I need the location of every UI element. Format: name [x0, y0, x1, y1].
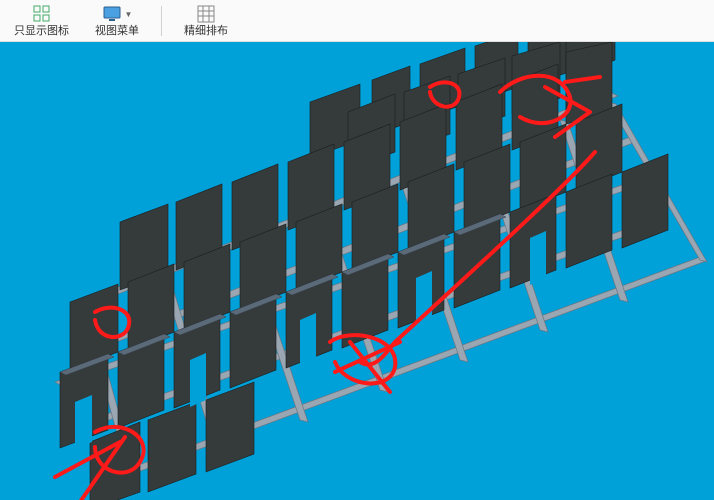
- tool-fine-layout[interactable]: 精细排布: [180, 2, 232, 39]
- viewport-3d[interactable]: .wf { fill:#353a3a; stroke:#1a1d1d; stro…: [0, 42, 714, 500]
- tool-label: 只显示图标: [14, 26, 69, 37]
- layout-icon: [197, 5, 215, 23]
- toolbar: 只显示图标 ▼ 视图菜单 精细排布: [0, 0, 714, 42]
- toolbar-separator: [161, 6, 162, 36]
- tool-view-menu[interactable]: ▼ 视图菜单: [91, 2, 143, 39]
- model-3d: .wf { fill:#353a3a; stroke:#1a1d1d; stro…: [0, 42, 714, 500]
- tool-show-icons-only[interactable]: 只显示图标: [10, 2, 73, 39]
- grid-icons-icon: [33, 5, 51, 23]
- tool-label: 精细排布: [184, 26, 228, 37]
- chevron-down-icon: ▼: [125, 10, 133, 19]
- monitor-icon: [102, 5, 122, 23]
- walls: [60, 42, 668, 500]
- tool-label: 视图菜单: [95, 26, 139, 37]
